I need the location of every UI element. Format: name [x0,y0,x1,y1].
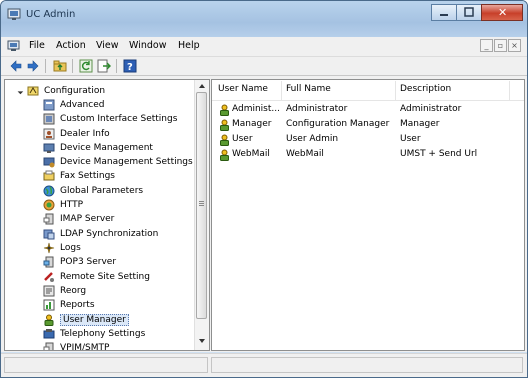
custom-interface-icon [43,113,55,125]
menu-file[interactable]: File [29,40,45,51]
up-folder-icon[interactable] [53,59,67,73]
fax-icon [43,170,55,181]
menu-help[interactable]: Help [178,40,200,51]
document-app-icon [7,40,20,51]
minimize-button[interactable] [431,4,457,21]
user-icon [220,134,229,146]
maximize-button[interactable] [456,4,482,21]
minimize-icon [440,14,448,16]
app-icon [7,8,21,20]
table-row[interactable]: Administ... Administrator Administrator [212,103,524,118]
user-manager-icon [44,314,54,326]
status-bar [1,353,527,377]
tree-item-pop3-server[interactable]: POP3 Server [43,255,116,269]
navigation-tree: Configuration Advanced Custom Interface … [4,79,210,351]
child-close-button[interactable]: × [508,39,521,52]
device-management-icon [43,143,55,153]
window-title: UC Admin [26,9,76,20]
menu-action[interactable]: Action [56,40,86,51]
forward-arrow-icon[interactable] [26,59,40,73]
tree-item-custom-interface-settings[interactable]: Custom Interface Settings [43,112,177,126]
child-restore-button[interactable]: ▫ [494,39,507,52]
back-arrow-icon[interactable] [9,59,23,73]
table-row[interactable]: WebMail WebMail UMST + Send Url [212,148,524,163]
ldap-sync-icon [43,229,55,240]
svg-text:?: ? [127,62,133,73]
vpim-smtp-icon [43,342,54,350]
reports-icon [43,299,55,311]
table-row[interactable]: Manager Configuration Manager Manager [212,118,524,133]
app-window: UC Admin ✕ File Action View Window Help … [0,0,528,378]
tree-item-reorg[interactable]: Reorg [43,284,86,298]
menu-window[interactable]: Window [129,40,166,51]
main-content: Configuration Advanced Custom Interface … [1,76,527,352]
column-header-full-name[interactable]: Full Name [286,84,331,94]
tree-root-configuration[interactable]: Configuration [27,84,105,98]
user-icon [220,104,229,116]
close-button[interactable]: ✕ [481,4,523,21]
scroll-up-arrow-icon[interactable] [198,83,206,89]
telephony-icon [43,329,55,339]
tree-item-http[interactable]: HTTP [43,198,83,212]
user-icon [220,149,229,161]
column-header-user-name[interactable]: User Name [218,84,268,94]
collapse-arrow-icon[interactable] [14,85,24,95]
toolbar: ? [1,57,527,76]
imap-server-icon [43,213,54,225]
dealer-info-icon [43,128,55,140]
refresh-icon[interactable] [79,59,93,73]
tree-item-dealer-info[interactable]: Dealer Info [43,127,110,141]
tree-scrollbar[interactable] [194,80,209,350]
tree-item-user-manager[interactable]: User Manager [43,313,129,327]
maximize-icon [464,7,474,17]
user-icon [220,119,229,131]
device-settings-icon [43,157,55,168]
title-bar[interactable]: UC Admin ✕ [1,1,527,37]
tree-item-device-management-settings[interactable]: Device Management Settings [43,155,193,169]
pop3-server-icon [43,256,54,268]
menu-view[interactable]: View [96,40,119,51]
tree-item-logs[interactable]: Logs [43,241,81,255]
globe-icon [43,185,55,197]
remote-site-icon [44,272,54,282]
tree-item-advanced[interactable]: Advanced [43,98,104,112]
tree-item-remote-site-setting[interactable]: Remote Site Setting [43,270,150,284]
tree-item-global-parameters[interactable]: Global Parameters [43,184,143,198]
help-icon[interactable]: ? [123,59,137,73]
advanced-icon [43,99,55,111]
logs-icon [43,242,55,254]
status-pane-right [211,357,523,373]
tree-item-ldap-synchronization[interactable]: LDAP Synchronization [43,227,158,241]
http-globe-icon [43,199,55,211]
tree-item-reports[interactable]: Reports [43,298,95,312]
tree-item-vpim-smtp[interactable]: VPIM/SMTP [43,341,109,350]
export-list-icon[interactable] [97,59,111,73]
status-pane-left [4,357,208,373]
table-row[interactable]: User User Admin User [212,133,524,148]
tree-item-device-management[interactable]: Device Management [43,141,153,155]
user-list: User Name Full Name Description Administ… [211,79,525,351]
menu-bar: File Action View Window Help _ ▫ × [1,37,527,57]
configuration-icon [27,86,39,96]
close-icon: ✕ [498,6,508,19]
column-header-description[interactable]: Description [400,84,451,94]
reorg-icon [43,285,55,297]
tree-item-imap-server[interactable]: IMAP Server [43,212,114,226]
tree-item-telephony-settings[interactable]: Telephony Settings [43,327,145,341]
tree-item-fax-settings[interactable]: Fax Settings [43,169,115,183]
scroll-down-arrow-icon[interactable] [198,338,206,344]
scrollbar-thumb[interactable] [196,92,207,319]
child-minimize-button[interactable]: _ [480,39,493,52]
